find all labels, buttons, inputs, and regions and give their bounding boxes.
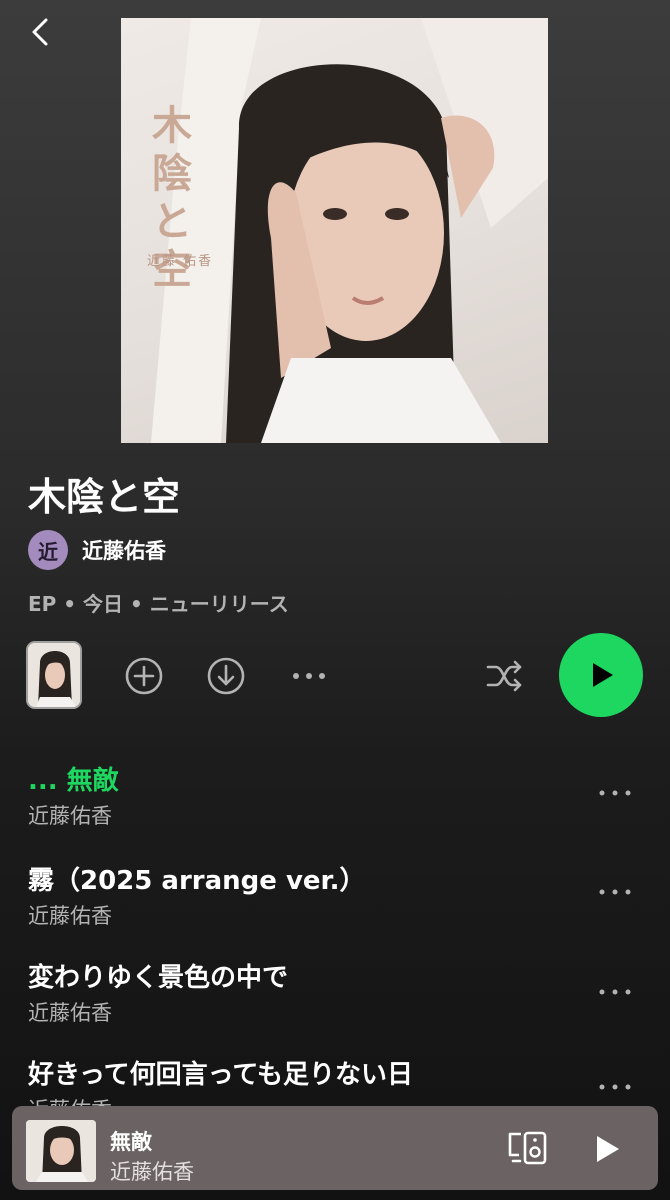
- track-title: 好きって何回言っても足りない日: [28, 1060, 414, 1090]
- now-playing-title: 無敵: [110, 1130, 152, 1154]
- now-playing-play-button[interactable]: [584, 1126, 630, 1172]
- album-meta: EP • 今日 • ニューリリース: [28, 592, 289, 616]
- now-playing-artwork: [26, 1120, 96, 1182]
- track-row[interactable]: ... 無敵 近藤佑香: [0, 760, 670, 836]
- now-playing-bar[interactable]: 無敵 近藤佑香: [12, 1106, 658, 1190]
- thumbnail-portrait-art: [28, 643, 80, 707]
- track-title: 変わりゆく景色の中で: [28, 963, 289, 993]
- album-cover: 木陰と空 近藤 佑香: [121, 18, 548, 443]
- shuffle-icon: [486, 660, 522, 692]
- play-icon: [593, 663, 613, 687]
- track-more-button[interactable]: [590, 778, 640, 808]
- download-button[interactable]: [202, 652, 250, 700]
- add-to-library-button[interactable]: [120, 652, 168, 700]
- track-row[interactable]: 霧（2025 arrange ver.） 近藤佑香: [0, 860, 670, 936]
- album-title: 木陰と空: [28, 475, 181, 519]
- artist-link[interactable]: 近 近藤佑香: [28, 530, 166, 570]
- track-artist: 近藤佑香: [28, 1001, 112, 1025]
- play-button[interactable]: [559, 633, 643, 717]
- more-horizontal-icon: [599, 889, 631, 895]
- download-circle-icon: [207, 657, 245, 695]
- play-icon: [597, 1136, 619, 1162]
- more-horizontal-icon: [599, 1084, 631, 1090]
- more-horizontal-icon: [599, 989, 631, 995]
- connect-device-icon: [508, 1131, 547, 1165]
- mini-portrait-art: [26, 1120, 96, 1182]
- track-row[interactable]: 変わりゆく景色の中で 近藤佑香: [0, 957, 670, 1033]
- track-title: ... 無敵: [28, 766, 119, 796]
- more-horizontal-icon: [293, 673, 325, 679]
- artist-name: 近藤佑香: [82, 539, 166, 563]
- track-more-button[interactable]: [590, 1072, 640, 1102]
- track-more-button[interactable]: [590, 877, 640, 907]
- connect-device-button[interactable]: [504, 1126, 552, 1170]
- track-artist: 近藤佑香: [28, 904, 112, 928]
- more-horizontal-icon: [599, 790, 631, 796]
- artist-avatar: 近: [28, 530, 68, 570]
- cover-artist-text: 近藤 佑香: [147, 254, 214, 269]
- album-preview-thumbnail[interactable]: [26, 641, 82, 709]
- track-more-button[interactable]: [590, 977, 640, 1007]
- track-title: 霧（2025 arrange ver.）: [28, 866, 366, 896]
- more-options-button[interactable]: [286, 662, 332, 690]
- now-playing-artist: 近藤佑香: [110, 1160, 194, 1184]
- plus-circle-icon: [125, 657, 163, 695]
- track-artist: 近藤佑香: [28, 804, 112, 828]
- back-button[interactable]: [22, 14, 58, 50]
- shuffle-button[interactable]: [481, 652, 529, 700]
- chevron-left-icon: [32, 18, 48, 46]
